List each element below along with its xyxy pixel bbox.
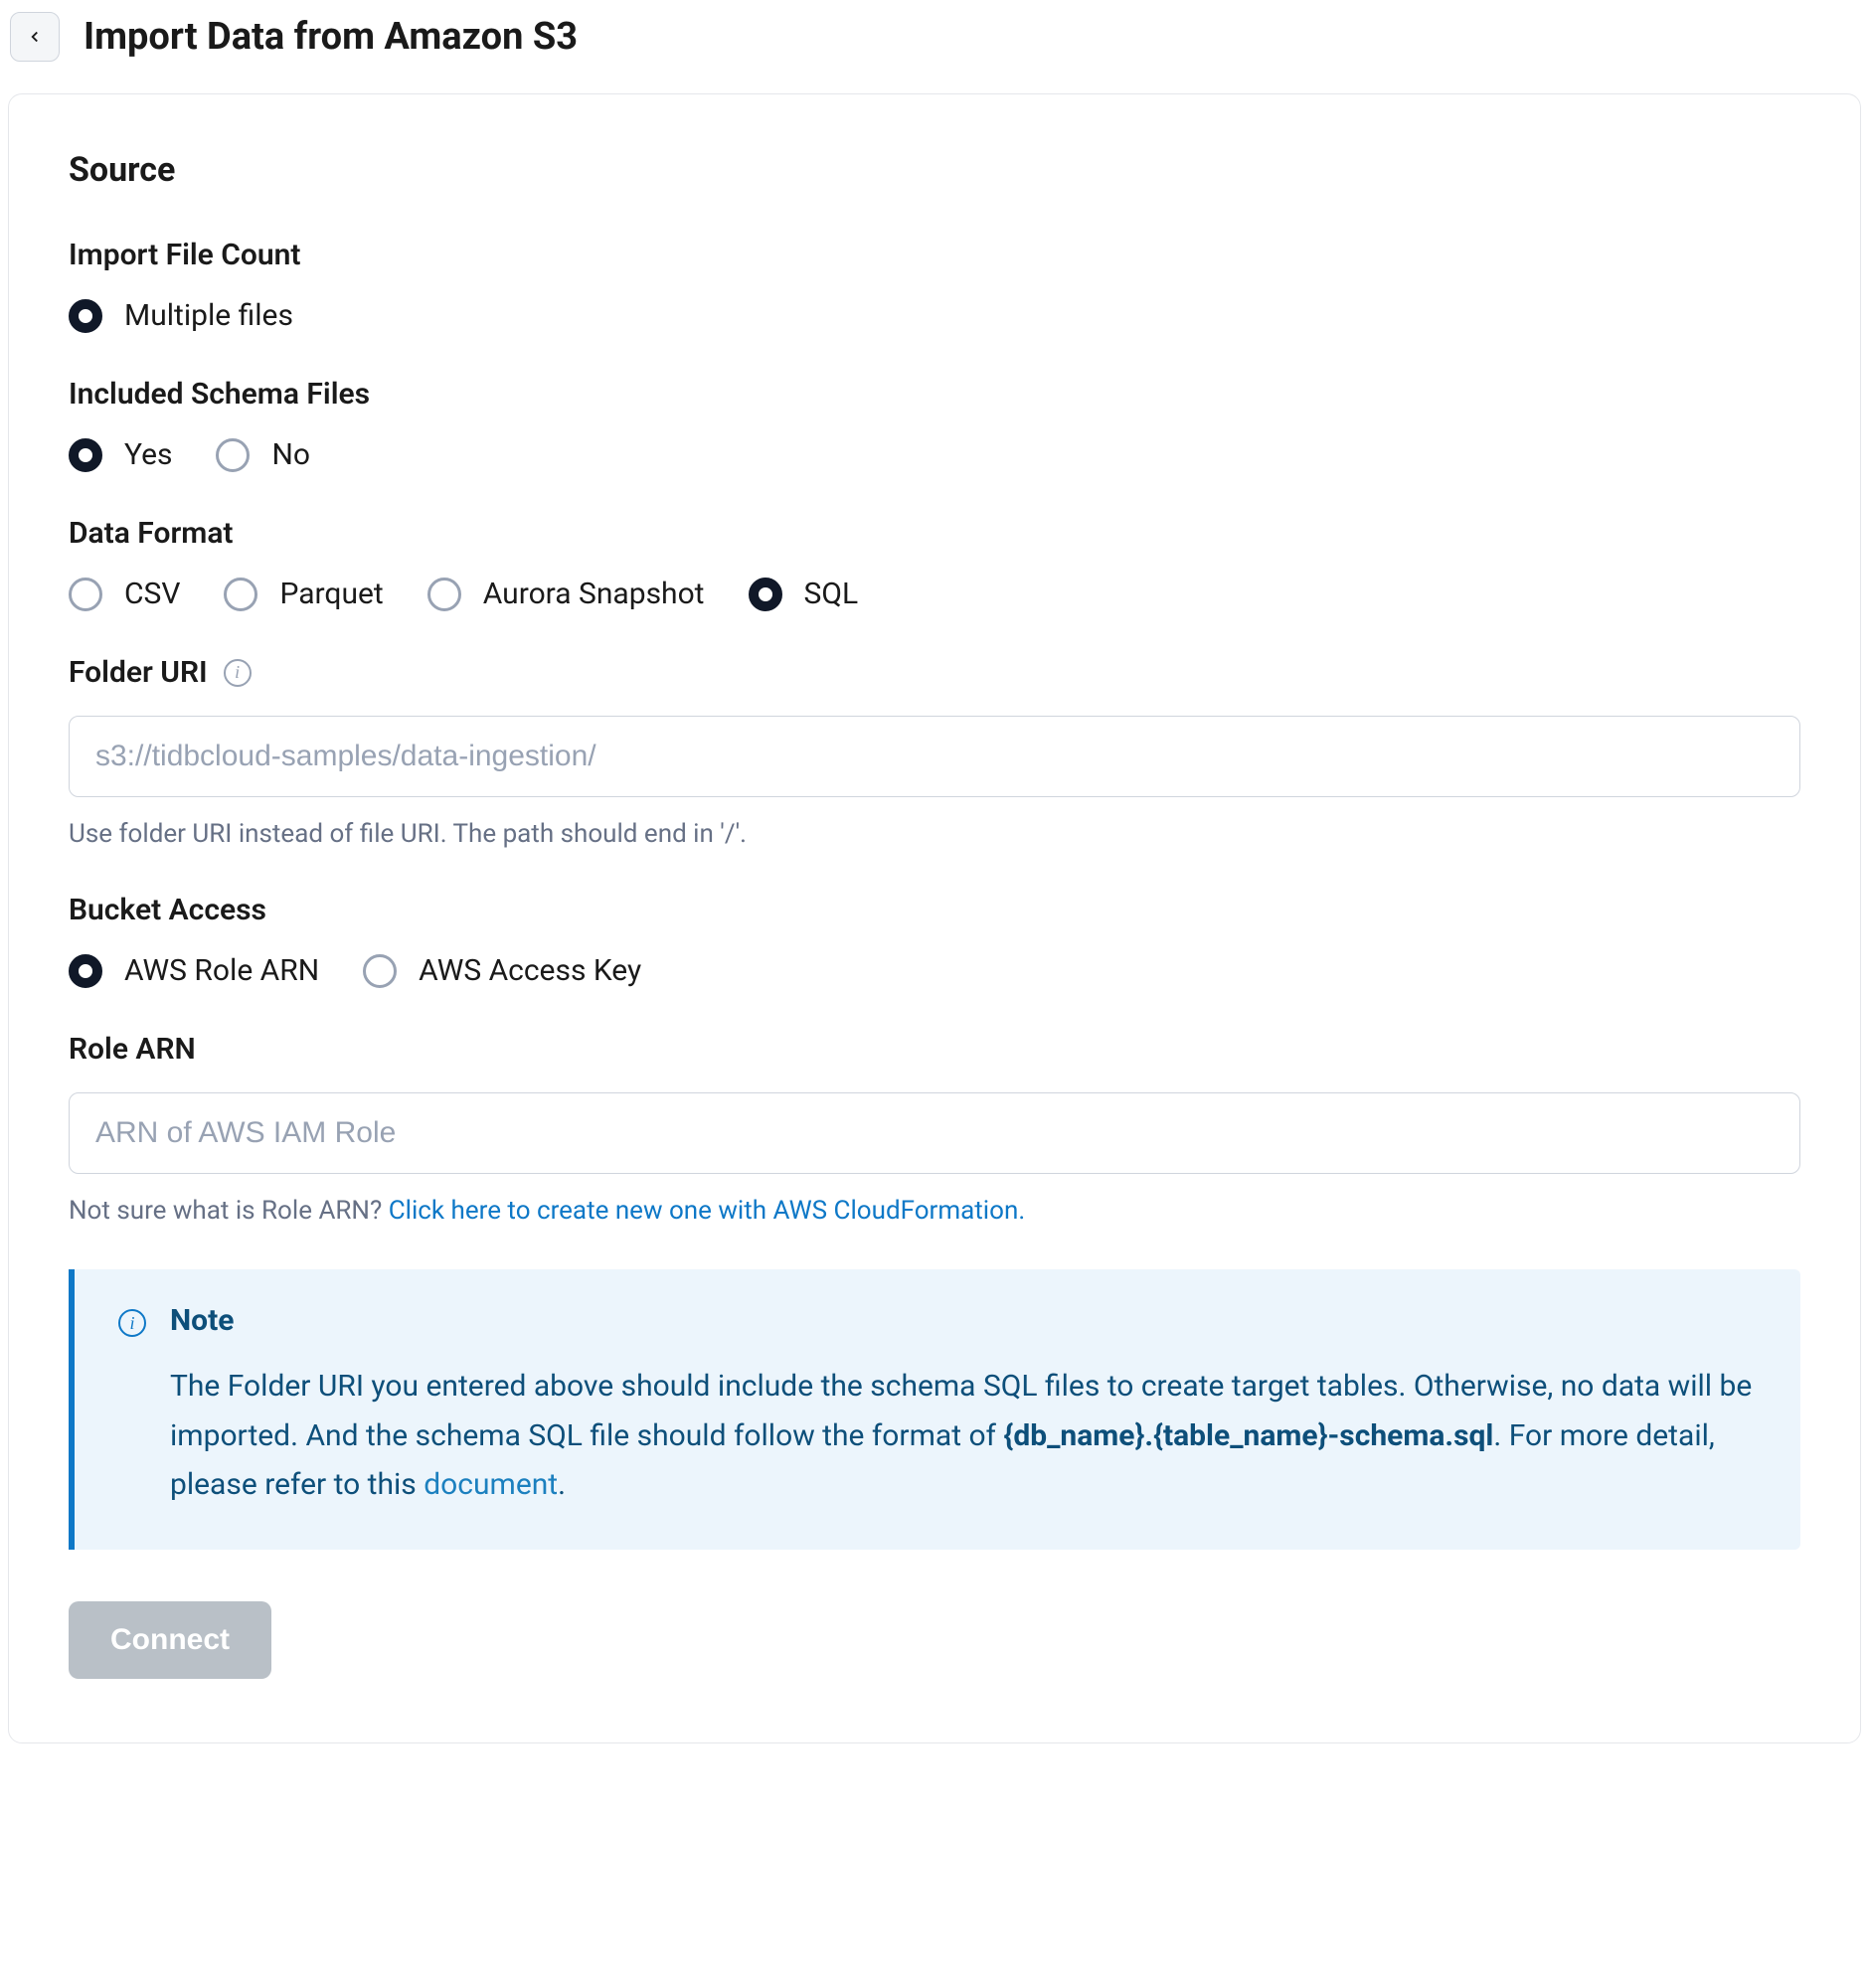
radio-indicator-icon <box>69 578 102 611</box>
radio-label: CSV <box>124 577 180 611</box>
radio-indicator-icon <box>69 954 102 988</box>
radio-group-data-format: CSV Parquet Aurora Snapshot SQL <box>69 577 1800 611</box>
help-folder-uri: Use folder URI instead of file URI. The … <box>69 819 1800 849</box>
radio-schema-yes[interactable]: Yes <box>69 437 172 472</box>
radio-label: SQL <box>804 577 859 611</box>
help-role-arn: Not sure what is Role ARN? Click here to… <box>69 1196 1800 1226</box>
note-title: Note <box>170 1303 1757 1338</box>
radio-group-bucket-access: AWS Role ARN AWS Access Key <box>69 953 1800 988</box>
radio-label: Aurora Snapshot <box>483 577 705 611</box>
radio-bucket-role-arn[interactable]: AWS Role ARN <box>69 953 319 988</box>
help-role-arn-prefix: Not sure what is Role ARN? <box>69 1196 389 1226</box>
note-box: i Note The Folder URI you entered above … <box>69 1269 1800 1550</box>
label-folder-uri: Folder URI <box>69 655 208 690</box>
radio-format-sql[interactable]: SQL <box>749 577 859 611</box>
label-bucket-access: Bucket Access <box>69 893 1800 927</box>
radio-label: Multiple files <box>124 298 293 333</box>
link-create-role-arn[interactable]: Click here to create new one with AWS Cl… <box>389 1196 1025 1226</box>
radio-label: Yes <box>124 437 172 472</box>
radio-indicator-icon <box>69 438 102 472</box>
radio-label: AWS Role ARN <box>124 953 319 988</box>
radio-label: No <box>271 437 310 472</box>
note-text-bold: {db_name}.{table_name}-schema.sql <box>1003 1418 1493 1453</box>
label-import-file-count: Import File Count <box>69 238 1800 272</box>
label-role-arn: Role ARN <box>69 1032 1800 1067</box>
note-body: The Folder URI you entered above should … <box>170 1362 1757 1510</box>
radio-group-import-file-count: Multiple files <box>69 298 1800 333</box>
radio-indicator-icon <box>363 954 397 988</box>
radio-indicator-icon <box>427 578 461 611</box>
radio-group-included-schema-files: Yes No <box>69 437 1800 472</box>
chevron-left-icon <box>26 28 44 46</box>
page-header: Import Data from Amazon S3 <box>0 2 1869 89</box>
info-icon[interactable]: i <box>224 659 252 687</box>
folder-uri-input[interactable] <box>69 716 1800 797</box>
page-title: Import Data from Amazon S3 <box>84 15 578 59</box>
radio-indicator-icon <box>69 299 102 333</box>
source-panel: Source Import File Count Multiple files … <box>8 93 1861 1743</box>
connect-button[interactable]: Connect <box>69 1601 271 1679</box>
radio-bucket-access-key[interactable]: AWS Access Key <box>363 953 641 988</box>
role-arn-input[interactable] <box>69 1092 1800 1174</box>
radio-label: AWS Access Key <box>419 953 641 988</box>
back-button[interactable] <box>10 12 60 62</box>
radio-indicator-icon <box>749 578 782 611</box>
label-folder-uri-row: Folder URI i <box>69 655 1800 690</box>
link-document[interactable]: document <box>424 1467 558 1502</box>
section-heading-source: Source <box>69 150 1800 190</box>
radio-indicator-icon <box>216 438 250 472</box>
radio-schema-no[interactable]: No <box>216 437 310 472</box>
radio-format-aurora[interactable]: Aurora Snapshot <box>427 577 705 611</box>
note-content: Note The Folder URI you entered above sh… <box>170 1303 1757 1510</box>
info-icon: i <box>118 1309 146 1337</box>
radio-indicator-icon <box>224 578 257 611</box>
radio-multiple-files[interactable]: Multiple files <box>69 298 293 333</box>
note-text-3: . <box>558 1467 566 1502</box>
radio-format-csv[interactable]: CSV <box>69 577 180 611</box>
radio-label: Parquet <box>279 577 383 611</box>
label-included-schema-files: Included Schema Files <box>69 377 1800 412</box>
radio-format-parquet[interactable]: Parquet <box>224 577 383 611</box>
label-data-format: Data Format <box>69 516 1800 551</box>
